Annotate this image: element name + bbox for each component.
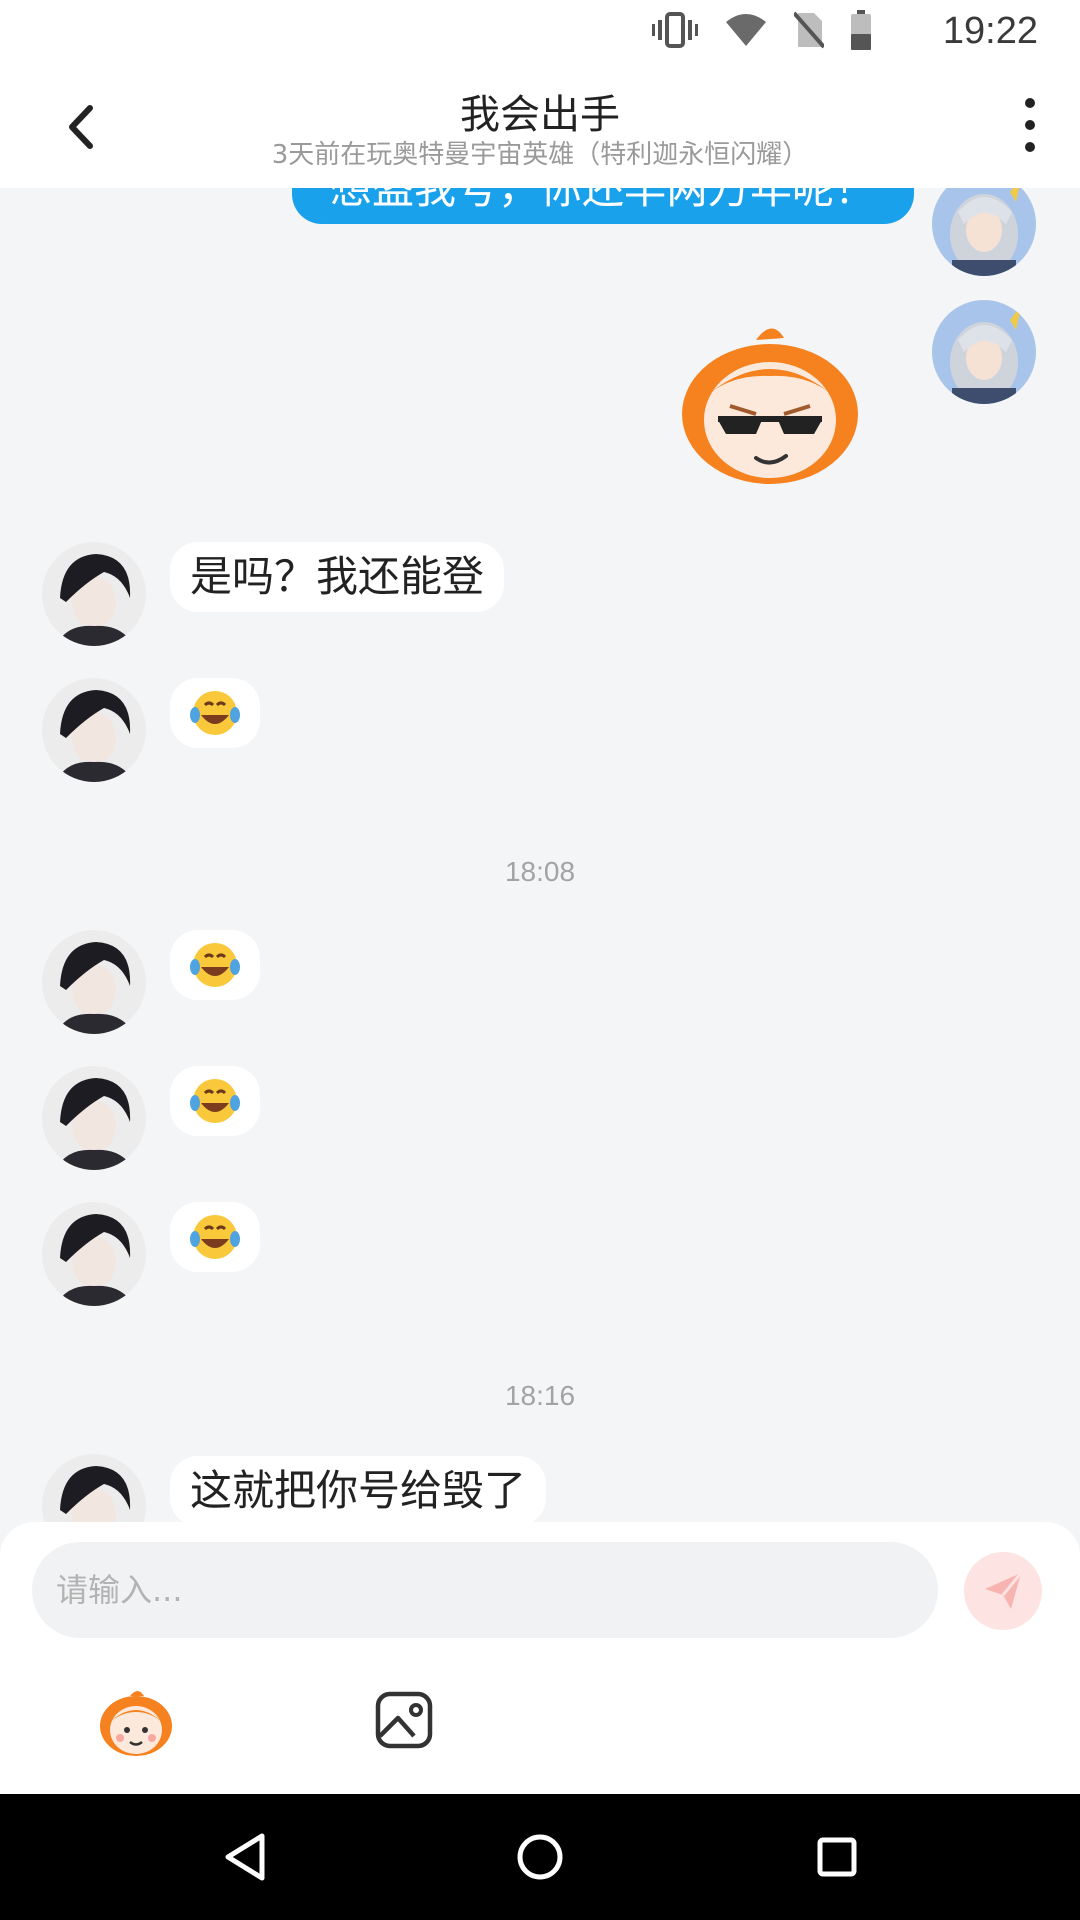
avatar-contact[interactable] xyxy=(42,1202,146,1306)
message-bubble-incoming[interactable] xyxy=(170,678,260,748)
laughing-tears-emoji xyxy=(190,1079,240,1123)
back-triangle-icon xyxy=(225,1833,265,1881)
laughing-tears-emoji xyxy=(190,943,240,987)
message-bubble-incoming[interactable] xyxy=(170,1202,260,1272)
message-list[interactable]: 想盗我号，你还早两万年呢！ 是吗？我还能登 18:08 18:16 这就把你号给… xyxy=(0,188,1080,1522)
avatar-contact[interactable] xyxy=(42,1454,146,1522)
send-button[interactable] xyxy=(964,1552,1042,1630)
avatar-contact[interactable] xyxy=(42,930,146,1034)
sticker-button[interactable] xyxy=(96,1680,176,1760)
message-input[interactable] xyxy=(32,1542,938,1638)
message-bubble-incoming[interactable]: 这就把你号给毁了 xyxy=(170,1456,547,1522)
recents-square-icon xyxy=(817,1837,857,1877)
more-menu-button[interactable] xyxy=(1018,98,1042,160)
send-icon xyxy=(985,1572,1023,1609)
system-nav-bar xyxy=(0,1794,1080,1920)
sunglasses-mascot-sticker[interactable] xyxy=(660,310,880,486)
avatar-contact[interactable] xyxy=(42,678,146,782)
timestamp: 18:16 xyxy=(504,1380,576,1411)
nav-home-button[interactable] xyxy=(511,1828,569,1886)
chat-subtitle: 3天前在玩奥特曼宇宙英雄（特利迦永恒闪耀） xyxy=(271,140,809,170)
timestamp: 18:08 xyxy=(504,856,576,887)
image-button[interactable] xyxy=(364,1680,444,1760)
laughing-tears-emoji xyxy=(190,691,240,735)
message-bubble-incoming[interactable] xyxy=(170,930,260,1000)
chat-header: 我会出手 3天前在玩奥特曼宇宙英雄（特利迦永恒闪耀） xyxy=(0,66,1080,188)
status-bar: 19:22 xyxy=(0,0,1080,66)
image-icon xyxy=(375,1691,433,1749)
laughing-tears-emoji xyxy=(190,1215,240,1259)
more-vertical-icon xyxy=(1018,98,1042,152)
message-bubble-outgoing[interactable]: 想盗我号，你还早两万年呢！ xyxy=(291,188,914,224)
message-bubble-incoming[interactable] xyxy=(170,1066,260,1136)
chat-title: 我会出手 xyxy=(460,92,620,138)
home-circle-icon xyxy=(517,1834,563,1880)
message-bubble-incoming[interactable]: 是吗？我还能登 xyxy=(170,542,505,612)
status-time: 19:22 xyxy=(942,10,1038,52)
sticker-mascot-icon xyxy=(100,1691,172,1756)
avatar-self[interactable] xyxy=(932,300,1036,404)
avatar-contact[interactable] xyxy=(42,542,146,646)
vibrate-icon xyxy=(652,12,698,48)
status-icons xyxy=(652,10,872,50)
no-sim-icon xyxy=(794,11,824,49)
battery-icon xyxy=(851,10,871,50)
nav-back-button[interactable] xyxy=(218,1828,276,1886)
avatar-self[interactable] xyxy=(932,188,1036,276)
avatar-contact[interactable] xyxy=(42,1066,146,1170)
wifi-icon xyxy=(726,14,766,46)
nav-recents-button[interactable] xyxy=(808,1828,866,1886)
message-composer xyxy=(0,1522,1080,1794)
